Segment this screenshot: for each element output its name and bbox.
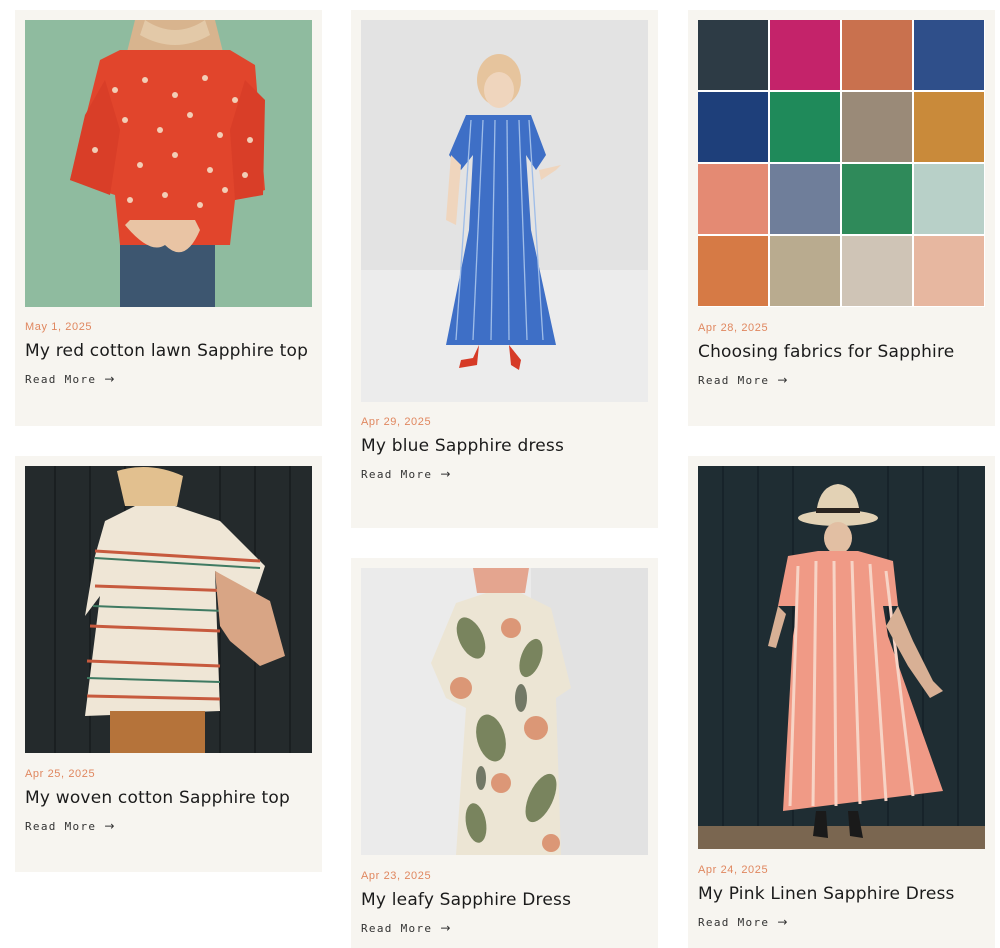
read-more-link[interactable]: Read More →: [698, 373, 787, 387]
fabric-swatch: [842, 20, 912, 90]
post-title[interactable]: Choosing fabrics for Sapphire: [698, 342, 954, 362]
read-more-label: Read More: [25, 373, 97, 386]
arrow-right-icon: →: [440, 467, 451, 481]
fabric-swatch: [698, 20, 768, 90]
fabric-swatch: [842, 92, 912, 162]
post-title[interactable]: My Pink Linen Sapphire Dress: [698, 884, 955, 904]
post-card[interactable]: Apr 23, 2025 My leafy Sapphire Dress Rea…: [351, 558, 658, 948]
fabric-swatch: [842, 236, 912, 306]
read-more-link[interactable]: Read More →: [25, 372, 114, 386]
arrow-right-icon: →: [440, 921, 451, 935]
post-card[interactable]: Apr 24, 2025 My Pink Linen Sapphire Dres…: [688, 456, 995, 948]
fabric-swatch: [770, 236, 840, 306]
fabric-swatch: [698, 92, 768, 162]
fabric-swatch: [842, 164, 912, 234]
post-title[interactable]: My red cotton lawn Sapphire top: [25, 341, 308, 361]
arrow-right-icon: →: [104, 819, 115, 833]
post-date: Apr 25, 2025: [25, 768, 96, 780]
read-more-label: Read More: [698, 374, 770, 387]
read-more-link[interactable]: Read More →: [25, 819, 114, 833]
fabric-swatch: [698, 164, 768, 234]
post-date: Apr 29, 2025: [361, 416, 432, 428]
arrow-right-icon: →: [104, 372, 115, 386]
post-image-blue-dress[interactable]: [361, 20, 648, 402]
post-date: May 1, 2025: [25, 321, 93, 333]
post-card[interactable]: Apr 28, 2025 Choosing fabrics for Sapphi…: [688, 10, 995, 426]
post-card[interactable]: May 1, 2025 My red cotton lawn Sapphire …: [15, 10, 322, 426]
read-more-label: Read More: [361, 468, 433, 481]
arrow-right-icon: →: [777, 915, 788, 929]
read-more-label: Read More: [25, 820, 97, 833]
read-more-link[interactable]: Read More →: [361, 921, 450, 935]
fabric-swatch: [914, 236, 984, 306]
post-title[interactable]: My woven cotton Sapphire top: [25, 788, 290, 808]
post-title[interactable]: My blue Sapphire dress: [361, 436, 564, 456]
post-image-red-top[interactable]: [25, 20, 312, 307]
read-more-label: Read More: [698, 916, 770, 929]
post-image-fabric-swatches[interactable]: [698, 20, 985, 307]
post-title[interactable]: My leafy Sapphire Dress: [361, 890, 571, 910]
post-date: Apr 24, 2025: [698, 864, 769, 876]
read-more-link[interactable]: Read More →: [361, 467, 450, 481]
post-image-woven-top[interactable]: [25, 466, 312, 753]
arrow-right-icon: →: [777, 373, 788, 387]
read-more-link[interactable]: Read More →: [698, 915, 787, 929]
fabric-swatch: [770, 164, 840, 234]
fabric-swatch: [770, 92, 840, 162]
post-image-leafy-dress[interactable]: [361, 568, 648, 855]
fabric-swatch: [914, 164, 984, 234]
fabric-swatch: [770, 20, 840, 90]
post-date: Apr 28, 2025: [698, 322, 769, 334]
post-date: Apr 23, 2025: [361, 870, 432, 882]
post-card[interactable]: Apr 25, 2025 My woven cotton Sapphire to…: [15, 456, 322, 872]
read-more-label: Read More: [361, 922, 433, 935]
fabric-swatch: [914, 20, 984, 90]
fabric-swatch: [914, 92, 984, 162]
post-card[interactable]: Apr 29, 2025 My blue Sapphire dress Read…: [351, 10, 658, 528]
post-image-pink-linen-dress[interactable]: [698, 466, 985, 849]
fabric-swatch: [698, 236, 768, 306]
